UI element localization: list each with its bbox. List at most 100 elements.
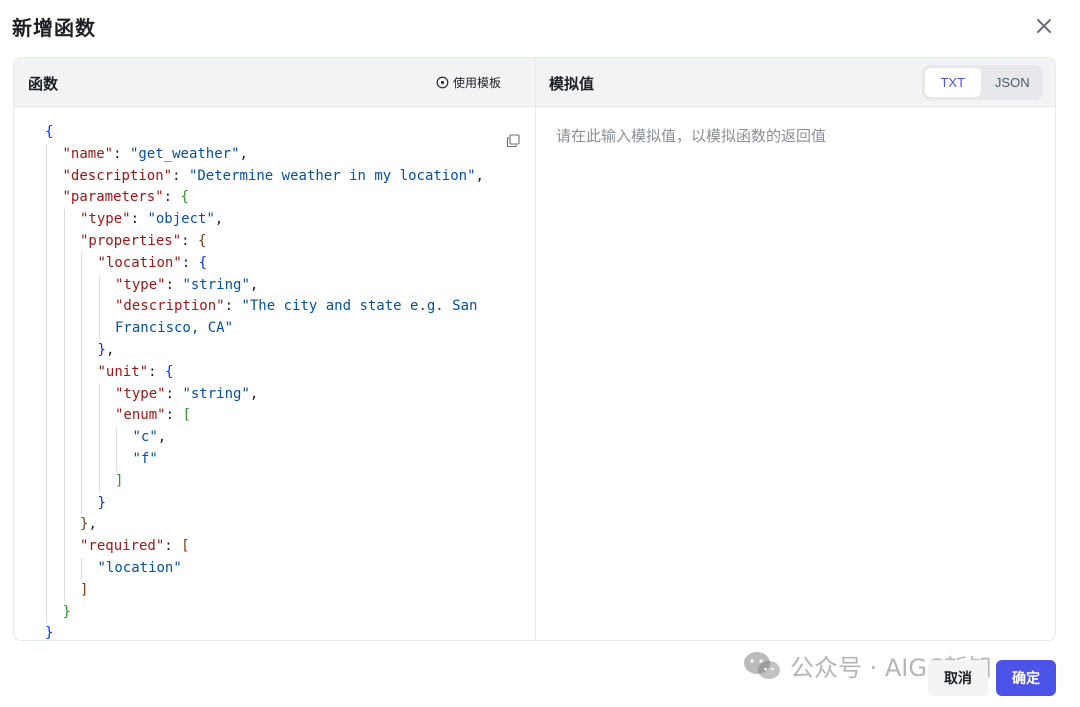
indent-guide (63, 209, 65, 602)
code-token: "type" (115, 276, 166, 293)
use-template-label: 使用模板 (453, 76, 502, 90)
code-token: : (181, 232, 199, 249)
cancel-button[interactable]: 取消 (928, 660, 988, 696)
close-icon[interactable] (1032, 14, 1056, 38)
mock-value-section-title: 模拟值 (549, 75, 595, 93)
code-token: "object" (147, 211, 215, 228)
indent-guide (116, 427, 117, 471)
code-token: "location" (97, 254, 182, 271)
code-token: , (88, 516, 97, 533)
code-line: "type": "object", (45, 209, 484, 231)
code-token: : (224, 298, 242, 315)
code-token: : (130, 211, 148, 228)
code-line: "properties": { (45, 231, 484, 253)
circle-dot-icon (436, 76, 449, 89)
code-token: { (45, 124, 54, 140)
indent-guide (81, 558, 82, 580)
code-token: "type" (80, 211, 131, 228)
code-token: , (475, 167, 484, 184)
indent-guide (46, 143, 47, 624)
code-token: } (45, 625, 54, 641)
code-token: : (172, 167, 189, 184)
code-line: ] (45, 580, 484, 602)
code-editor[interactable]: {"name": "get_weather", "description": "D… (14, 108, 535, 641)
copy-icon[interactable] (506, 134, 520, 148)
code-token: ] (80, 581, 89, 598)
code-token: "Determine weather in my location" (188, 167, 476, 184)
code-token: , (239, 145, 248, 162)
code-token: : (181, 254, 199, 271)
code-line: } (45, 623, 484, 641)
code-token: "type" (115, 385, 166, 402)
code-token: "string" (182, 276, 250, 293)
code-line: } (45, 493, 484, 515)
indent-guide (81, 252, 82, 515)
code-token: { (198, 254, 208, 271)
code-token: "description" (115, 298, 225, 315)
code-token: : (164, 538, 182, 555)
code-line: Francisco, CA" (45, 318, 484, 340)
wechat-icon (744, 651, 780, 679)
code-token: "parameters" (62, 189, 164, 206)
dialog-title: 新增函数 (12, 16, 96, 40)
code-line: "type": "string", (45, 384, 484, 406)
code-line: "required": [ (45, 536, 484, 558)
code-line: "enum": [ (45, 405, 484, 427)
code-line: } (45, 602, 484, 624)
code-token: "f" (132, 450, 158, 467)
code-content: {"name": "get_weather", "description": "D… (45, 122, 484, 641)
code-token: { (198, 232, 207, 249)
code-token: "get_weather" (129, 145, 240, 162)
code-line: "description": "The city and state e.g. … (45, 296, 484, 318)
code-token: : (113, 145, 130, 162)
code-line: "f" (45, 449, 484, 471)
code-line: "location" (45, 558, 484, 580)
code-token: , (214, 211, 224, 228)
indent-guide (98, 274, 100, 340)
code-token: [ (182, 407, 191, 424)
code-token: , (249, 276, 259, 293)
code-token: , (157, 429, 167, 446)
indent-guide (98, 383, 100, 493)
code-token: : (163, 189, 181, 206)
code-token: , (249, 385, 259, 402)
code-token: , (105, 341, 115, 358)
code-line: { (45, 122, 484, 144)
code-token: "location" (97, 559, 182, 576)
mock-value-input[interactable] (536, 108, 1055, 640)
code-token: "required" (80, 538, 165, 555)
confirm-button[interactable]: 确定 (996, 660, 1056, 696)
code-token: : (165, 276, 183, 293)
code-token: } (97, 341, 106, 358)
code-line: "unit": { (45, 362, 484, 384)
code-token: "name" (62, 145, 114, 162)
code-token: : (165, 385, 183, 402)
code-line: "parameters": { (45, 187, 484, 209)
function-section-title: 函数 (28, 75, 59, 93)
code-token: "description" (62, 167, 173, 184)
code-line: "c", (45, 427, 484, 449)
use-template-button[interactable]: 使用模板 (436, 74, 501, 91)
code-token: } (62, 603, 71, 620)
code-token: : (148, 363, 165, 380)
code-token: } (97, 494, 106, 511)
code-token: [ (181, 538, 190, 555)
code-token: "The city and state e.g. San (241, 298, 478, 315)
tab-txt[interactable]: TXT (925, 68, 981, 97)
code-token: ] (115, 472, 124, 489)
code-token: "enum" (115, 407, 166, 424)
format-toggle: TXT JSON (922, 65, 1043, 100)
code-line: "name": "get_weather", (45, 144, 484, 166)
code-line: ] (45, 471, 484, 493)
code-line: }, (45, 340, 484, 362)
tab-json[interactable]: JSON (985, 68, 1041, 97)
code-token: "string" (182, 385, 250, 402)
code-token: "c" (132, 429, 158, 446)
code-line: "type": "string", (45, 275, 484, 297)
code-token: "properties" (80, 232, 182, 249)
code-token: { (164, 363, 174, 380)
code-token: : (165, 407, 183, 424)
function-editor-panel: 函数 使用模板 模拟值 TXT JSON { "name": "get_weath… (13, 57, 1056, 641)
code-token: Francisco, CA" (115, 320, 234, 337)
mock-value-placeholder: 请在此输入模拟值，以模拟函数的返回值 (556, 127, 827, 145)
